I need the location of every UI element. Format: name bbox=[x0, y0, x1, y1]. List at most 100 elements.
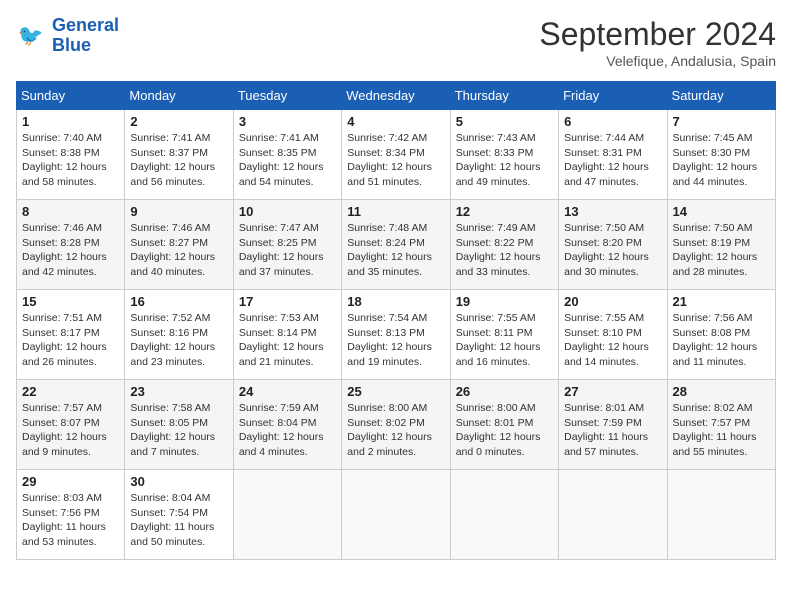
day-info: Sunrise: 7:46 AM Sunset: 8:27 PM Dayligh… bbox=[130, 221, 227, 280]
day-number: 22 bbox=[22, 384, 119, 399]
day-info: Sunrise: 8:02 AM Sunset: 7:57 PM Dayligh… bbox=[673, 401, 770, 460]
header-friday: Friday bbox=[559, 82, 667, 110]
day-number: 6 bbox=[564, 114, 661, 129]
table-row: 15 Sunrise: 7:51 AM Sunset: 8:17 PM Dayli… bbox=[17, 290, 125, 380]
calendar-row: 29Sunrise: 8:03 AM Sunset: 7:56 PM Dayli… bbox=[17, 470, 776, 560]
day-info: Sunrise: 7:41 AM Sunset: 8:35 PM Dayligh… bbox=[239, 131, 336, 190]
calendar-table: Sunday Monday Tuesday Wednesday Thursday… bbox=[16, 81, 776, 560]
calendar-row: 15 Sunrise: 7:51 AM Sunset: 8:17 PM Dayli… bbox=[17, 290, 776, 380]
day-number: 18 bbox=[347, 294, 444, 309]
logo: 🐦 GeneralBlue bbox=[16, 16, 119, 56]
day-info: Sunrise: 8:04 AM Sunset: 7:54 PM Dayligh… bbox=[130, 491, 227, 550]
header-tuesday: Tuesday bbox=[233, 82, 341, 110]
day-number: 24 bbox=[239, 384, 336, 399]
table-row: 22 Sunrise: 7:57 AM Sunset: 8:07 PM Dayli… bbox=[17, 380, 125, 470]
day-number: 25 bbox=[347, 384, 444, 399]
day-number: 15 bbox=[22, 294, 119, 309]
day-info: Sunrise: 7:51 AM Sunset: 8:17 PM Dayligh… bbox=[22, 311, 119, 370]
day-number: 28 bbox=[673, 384, 770, 399]
day-info: Sunrise: 7:40 AM Sunset: 8:38 PM Dayligh… bbox=[22, 131, 119, 190]
header-wednesday: Wednesday bbox=[342, 82, 450, 110]
table-row: 24 Sunrise: 7:59 AM Sunset: 8:04 PM Dayli… bbox=[233, 380, 341, 470]
table-row: 17 Sunrise: 7:53 AM Sunset: 8:14 PM Dayli… bbox=[233, 290, 341, 380]
day-number: 3 bbox=[239, 114, 336, 129]
day-info: Sunrise: 7:50 AM Sunset: 8:20 PM Dayligh… bbox=[564, 221, 661, 280]
day-number: 30 bbox=[130, 474, 227, 489]
day-info: Sunrise: 7:50 AM Sunset: 8:19 PM Dayligh… bbox=[673, 221, 770, 280]
day-number: 29 bbox=[22, 474, 119, 489]
table-row: 27 Sunrise: 8:01 AM Sunset: 7:59 PM Dayli… bbox=[559, 380, 667, 470]
day-number: 23 bbox=[130, 384, 227, 399]
table-row bbox=[233, 470, 341, 560]
day-number: 2 bbox=[130, 114, 227, 129]
logo-icon: 🐦 bbox=[16, 20, 48, 52]
day-info: Sunrise: 7:56 AM Sunset: 8:08 PM Dayligh… bbox=[673, 311, 770, 370]
day-number: 13 bbox=[564, 204, 661, 219]
table-row: 13 Sunrise: 7:50 AM Sunset: 8:20 PM Dayli… bbox=[559, 200, 667, 290]
day-number: 10 bbox=[239, 204, 336, 219]
day-number: 5 bbox=[456, 114, 553, 129]
header-monday: Monday bbox=[125, 82, 233, 110]
day-number: 12 bbox=[456, 204, 553, 219]
day-info: Sunrise: 7:55 AM Sunset: 8:11 PM Dayligh… bbox=[456, 311, 553, 370]
table-row: 23 Sunrise: 7:58 AM Sunset: 8:05 PM Dayli… bbox=[125, 380, 233, 470]
table-row: 6Sunrise: 7:44 AM Sunset: 8:31 PM Daylig… bbox=[559, 110, 667, 200]
month-title: September 2024 bbox=[539, 16, 776, 53]
table-row: 12 Sunrise: 7:49 AM Sunset: 8:22 PM Dayli… bbox=[450, 200, 558, 290]
day-info: Sunrise: 7:54 AM Sunset: 8:13 PM Dayligh… bbox=[347, 311, 444, 370]
day-info: Sunrise: 7:43 AM Sunset: 8:33 PM Dayligh… bbox=[456, 131, 553, 190]
day-number: 19 bbox=[456, 294, 553, 309]
day-info: Sunrise: 7:42 AM Sunset: 8:34 PM Dayligh… bbox=[347, 131, 444, 190]
table-row: 2Sunrise: 7:41 AM Sunset: 8:37 PM Daylig… bbox=[125, 110, 233, 200]
table-row: 19 Sunrise: 7:55 AM Sunset: 8:11 PM Dayli… bbox=[450, 290, 558, 380]
day-number: 20 bbox=[564, 294, 661, 309]
day-info: Sunrise: 7:46 AM Sunset: 8:28 PM Dayligh… bbox=[22, 221, 119, 280]
day-info: Sunrise: 7:53 AM Sunset: 8:14 PM Dayligh… bbox=[239, 311, 336, 370]
title-block: September 2024 Velefique, Andalusia, Spa… bbox=[539, 16, 776, 69]
day-number: 26 bbox=[456, 384, 553, 399]
day-info: Sunrise: 8:01 AM Sunset: 7:59 PM Dayligh… bbox=[564, 401, 661, 460]
day-number: 7 bbox=[673, 114, 770, 129]
header-sunday: Sunday bbox=[17, 82, 125, 110]
logo-text: GeneralBlue bbox=[52, 16, 119, 56]
table-row: 30 Sunrise: 8:04 AM Sunset: 7:54 PM Dayli… bbox=[125, 470, 233, 560]
table-row: 29Sunrise: 8:03 AM Sunset: 7:56 PM Dayli… bbox=[17, 470, 125, 560]
table-row: 11 Sunrise: 7:48 AM Sunset: 8:24 PM Dayli… bbox=[342, 200, 450, 290]
table-row: 7 Sunrise: 7:45 AM Sunset: 8:30 PM Daylig… bbox=[667, 110, 775, 200]
day-info: Sunrise: 8:00 AM Sunset: 8:01 PM Dayligh… bbox=[456, 401, 553, 460]
calendar-row: 1Sunrise: 7:40 AM Sunset: 8:38 PM Daylig… bbox=[17, 110, 776, 200]
day-info: Sunrise: 7:58 AM Sunset: 8:05 PM Dayligh… bbox=[130, 401, 227, 460]
day-info: Sunrise: 8:00 AM Sunset: 8:02 PM Dayligh… bbox=[347, 401, 444, 460]
day-number: 9 bbox=[130, 204, 227, 219]
day-number: 11 bbox=[347, 204, 444, 219]
day-info: Sunrise: 7:57 AM Sunset: 8:07 PM Dayligh… bbox=[22, 401, 119, 460]
day-info: Sunrise: 7:49 AM Sunset: 8:22 PM Dayligh… bbox=[456, 221, 553, 280]
day-info: Sunrise: 7:45 AM Sunset: 8:30 PM Dayligh… bbox=[673, 131, 770, 190]
table-row: 3 Sunrise: 7:41 AM Sunset: 8:35 PM Daylig… bbox=[233, 110, 341, 200]
day-number: 8 bbox=[22, 204, 119, 219]
table-row: 8 Sunrise: 7:46 AM Sunset: 8:28 PM Daylig… bbox=[17, 200, 125, 290]
day-info: Sunrise: 7:48 AM Sunset: 8:24 PM Dayligh… bbox=[347, 221, 444, 280]
calendar-row: 22 Sunrise: 7:57 AM Sunset: 8:07 PM Dayli… bbox=[17, 380, 776, 470]
location: Velefique, Andalusia, Spain bbox=[539, 53, 776, 69]
calendar-row: 8 Sunrise: 7:46 AM Sunset: 8:28 PM Daylig… bbox=[17, 200, 776, 290]
table-row: 16Sunrise: 7:52 AM Sunset: 8:16 PM Dayli… bbox=[125, 290, 233, 380]
day-info: Sunrise: 7:55 AM Sunset: 8:10 PM Dayligh… bbox=[564, 311, 661, 370]
header-saturday: Saturday bbox=[667, 82, 775, 110]
table-row bbox=[450, 470, 558, 560]
table-row: 9 Sunrise: 7:46 AM Sunset: 8:27 PM Daylig… bbox=[125, 200, 233, 290]
table-row bbox=[667, 470, 775, 560]
day-number: 16 bbox=[130, 294, 227, 309]
day-number: 21 bbox=[673, 294, 770, 309]
svg-text:🐦: 🐦 bbox=[18, 24, 44, 47]
table-row: 1Sunrise: 7:40 AM Sunset: 8:38 PM Daylig… bbox=[17, 110, 125, 200]
day-number: 27 bbox=[564, 384, 661, 399]
day-info: Sunrise: 7:59 AM Sunset: 8:04 PM Dayligh… bbox=[239, 401, 336, 460]
page-header: 🐦 GeneralBlue September 2024 Velefique, … bbox=[16, 16, 776, 69]
day-number: 4 bbox=[347, 114, 444, 129]
weekday-header-row: Sunday Monday Tuesday Wednesday Thursday… bbox=[17, 82, 776, 110]
table-row: 21 Sunrise: 7:56 AM Sunset: 8:08 PM Dayli… bbox=[667, 290, 775, 380]
day-number: 17 bbox=[239, 294, 336, 309]
table-row: 14Sunrise: 7:50 AM Sunset: 8:19 PM Dayli… bbox=[667, 200, 775, 290]
table-row: 20 Sunrise: 7:55 AM Sunset: 8:10 PM Dayli… bbox=[559, 290, 667, 380]
